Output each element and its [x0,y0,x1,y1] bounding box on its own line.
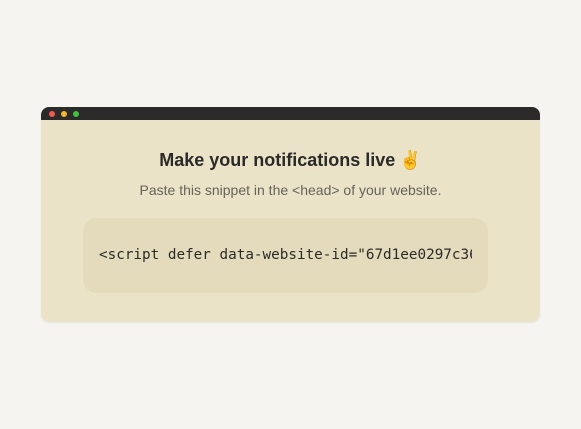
page-title-text: Make your notifications live [159,150,396,170]
minimize-window-button[interactable] [61,111,67,117]
code-snippet[interactable]: <script defer data-website-id="67d1ee029… [99,245,472,265]
close-window-button[interactable] [49,111,55,117]
code-snippet-box[interactable]: <script defer data-website-id="67d1ee029… [83,218,488,293]
zoom-window-button[interactable] [73,111,79,117]
instruction-text: Paste this snippet in the <head> of your… [139,182,442,198]
browser-window: Make your notifications live ✌️ Paste thi… [41,107,540,322]
stage: Make your notifications live ✌️ Paste thi… [0,0,581,429]
page-title: Make your notifications live ✌️ [41,149,540,172]
victory-hand-icon: ✌️ [399,150,422,171]
window-titlebar [41,107,540,120]
